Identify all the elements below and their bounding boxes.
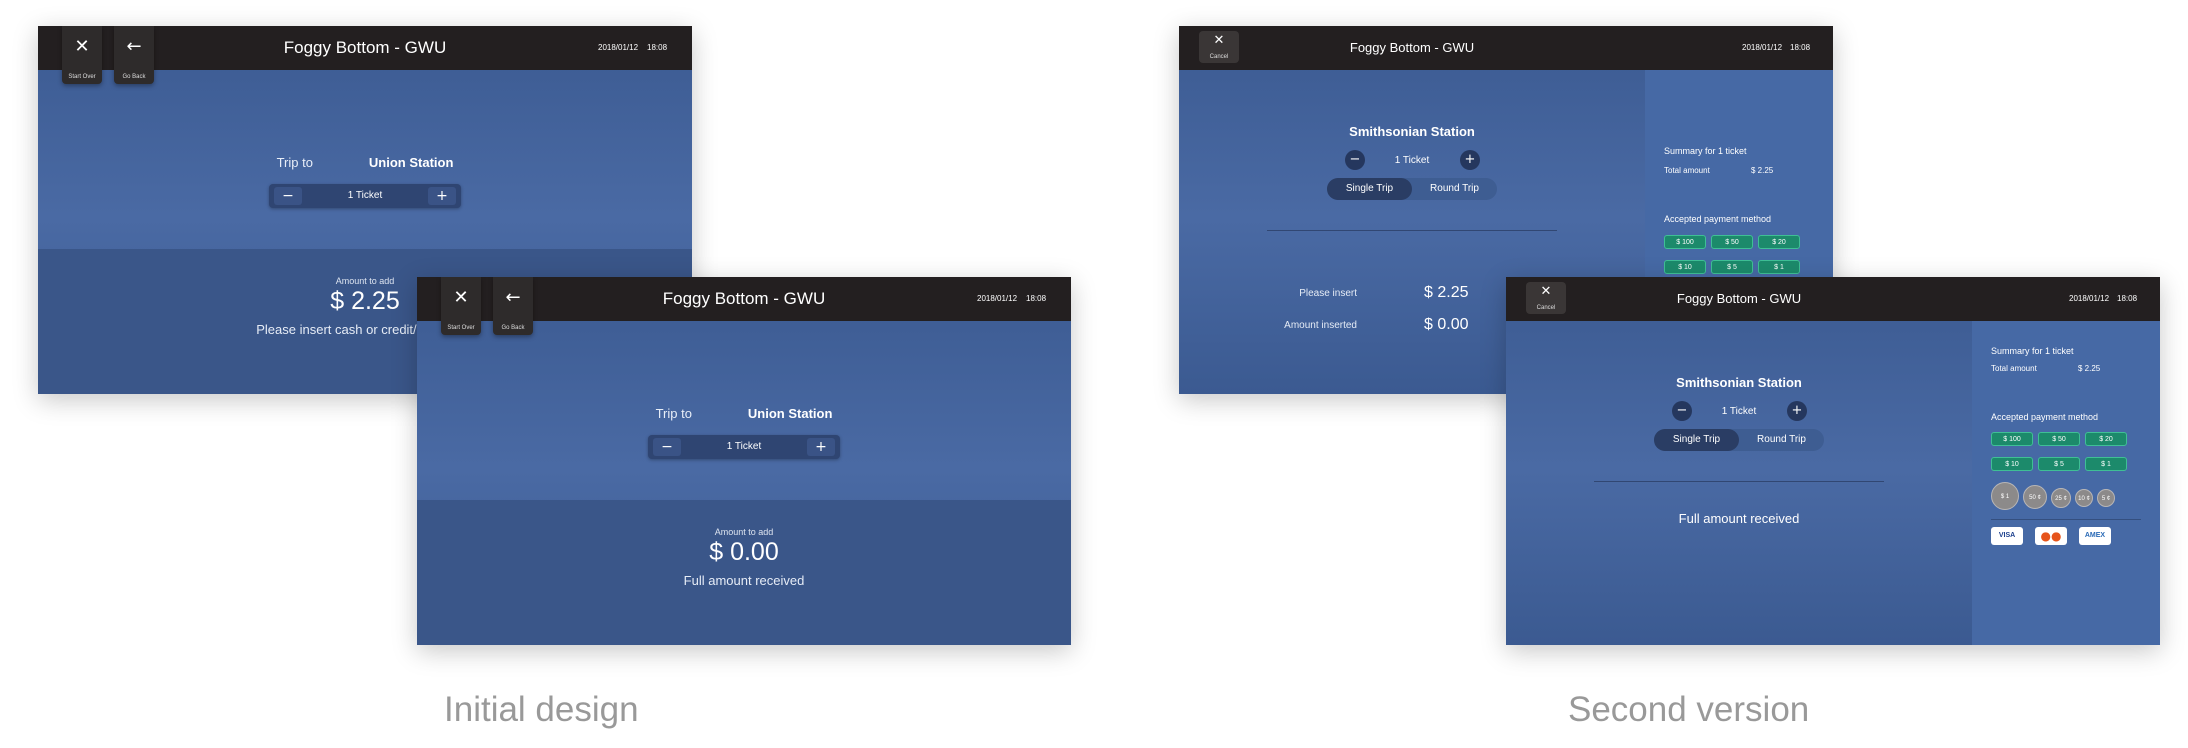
note-10: $ 10 xyxy=(1991,457,2033,471)
close-icon: ✕ xyxy=(1540,284,1552,299)
note-5: $ 5 xyxy=(1711,260,1753,274)
round-trip-option[interactable]: Round Trip xyxy=(1739,429,1824,451)
summary-title: Summary for 1 ticket xyxy=(1991,346,2074,356)
divider xyxy=(1594,481,1884,482)
date-display: 2018/01/12 xyxy=(2069,294,2110,303)
trip-type-toggle: Single Trip Round Trip xyxy=(1327,178,1497,200)
visa-card-icon: VISA xyxy=(1991,527,2023,545)
amount-block: Amount to add $ 0.00 Full amount receive… xyxy=(417,527,1071,588)
date-display: 2018/01/12 xyxy=(598,43,639,52)
close-icon: ✕ xyxy=(74,36,90,57)
summary-panel: Summary for 1 ticket Total amount $ 2.25… xyxy=(1972,321,2160,645)
trip-row: Trip to Union Station xyxy=(38,154,692,172)
cancel-label: Cancel xyxy=(1209,54,1229,60)
ticket-stepper: − 1 Ticket + xyxy=(269,184,461,208)
amount-label: Amount to add xyxy=(714,527,774,537)
trip-type-toggle: Single Trip Round Trip xyxy=(1654,429,1824,451)
note-50: $ 50 xyxy=(2038,432,2080,446)
increase-ticket-button[interactable]: + xyxy=(1787,401,1807,421)
coin-1-dollar: $ 1 xyxy=(1991,482,2019,510)
full-amount-message: Full amount received xyxy=(1678,511,1800,526)
date-display: 2018/01/12 xyxy=(977,294,1018,303)
single-trip-option[interactable]: Single Trip xyxy=(1327,178,1412,200)
note-20: $ 20 xyxy=(2085,432,2127,446)
total-amount-value: $ 2.25 xyxy=(2078,364,2101,373)
start-over-button[interactable]: ✕ Start Over xyxy=(62,26,102,84)
total-amount-label: Total amount xyxy=(1991,364,2037,373)
close-icon: ✕ xyxy=(453,287,469,308)
trip-row: Trip to Union Station xyxy=(417,405,1071,423)
initial-front-screen: Foggy Bottom - GWU 2018/01/12 18:08 ✕ St… xyxy=(417,277,1071,645)
start-over-label: Start Over xyxy=(68,74,96,80)
start-over-label: Start Over xyxy=(447,325,475,331)
second-front-screen: Foggy Bottom - GWU 2018/01/12 18:08 ✕ Ca… xyxy=(1506,277,2160,645)
second-version-caption: Second version xyxy=(1568,690,1810,729)
back-arrow-icon: ← xyxy=(126,36,142,57)
divider xyxy=(1267,230,1557,231)
coin-5-cent: 5 ¢ xyxy=(2097,489,2115,507)
destination-name[interactable]: Smithsonian Station xyxy=(1506,375,1972,390)
ticket-stepper: − 1 Ticket + xyxy=(648,435,840,459)
destination-name[interactable]: Union Station xyxy=(748,406,833,421)
note-100: $ 100 xyxy=(1991,432,2033,446)
note-1: $ 1 xyxy=(1758,260,1800,274)
destination-name[interactable]: Smithsonian Station xyxy=(1179,124,1645,139)
time-display: 18:08 xyxy=(1026,294,1047,303)
please-insert-value: $ 2.25 xyxy=(1424,284,1469,301)
date-display: 2018/01/12 xyxy=(1742,43,1783,52)
total-amount-value: $ 2.25 xyxy=(1751,166,1774,175)
payment-methods-title: Accepted payment method xyxy=(1991,412,2099,422)
note-1: $ 1 xyxy=(2085,457,2127,471)
note-50: $ 50 xyxy=(1711,235,1753,249)
go-back-button[interactable]: ← Go Back xyxy=(114,26,154,84)
note-100: $ 100 xyxy=(1664,235,1706,249)
station-title: Foggy Bottom - GWU xyxy=(1676,291,1802,306)
top-bar: Foggy Bottom - GWU 2018/01/12 18:08 xyxy=(1179,26,1833,70)
round-trip-option[interactable]: Round Trip xyxy=(1412,178,1497,200)
single-trip-option[interactable]: Single Trip xyxy=(1654,429,1739,451)
start-over-button[interactable]: ✕ Start Over xyxy=(441,277,481,335)
cancel-label: Cancel xyxy=(1536,305,1556,311)
initial-design-caption: Initial design xyxy=(444,690,639,729)
time-display: 18:08 xyxy=(647,43,668,52)
total-amount-label: Total amount xyxy=(1664,166,1710,175)
mastercard-icon: ●● xyxy=(2035,527,2067,545)
amount-inserted-value: $ 0.00 xyxy=(1424,316,1469,333)
coin-25-cent: 25 ¢ xyxy=(2051,488,2071,508)
coin-10-cent: 10 ¢ xyxy=(2075,489,2093,507)
coin-50-cent: 50 ¢ xyxy=(2023,485,2047,509)
increase-ticket-button[interactable]: + xyxy=(428,187,456,205)
back-arrow-icon: ← xyxy=(505,287,521,308)
note-5: $ 5 xyxy=(2038,457,2080,471)
amount-value: $ 0.00 xyxy=(709,538,779,566)
go-back-label: Go Back xyxy=(122,74,146,80)
ticket-quantity: 1 Ticket xyxy=(1721,406,1757,417)
total-amount-row: Total amount $ 2.25 xyxy=(1991,364,2100,373)
destination-name[interactable]: Union Station xyxy=(369,155,454,170)
close-icon: ✕ xyxy=(1213,33,1225,48)
time-display: 18:08 xyxy=(2117,294,2138,303)
summary-title: Summary for 1 ticket xyxy=(1664,146,1747,156)
amount-message: Full amount received xyxy=(683,573,805,588)
station-title: Foggy Bottom - GWU xyxy=(1349,40,1475,55)
total-amount-row: Total amount $ 2.25 xyxy=(1664,166,1773,175)
cancel-button[interactable]: ✕ Cancel xyxy=(1199,31,1239,63)
increase-ticket-button[interactable]: + xyxy=(1460,150,1480,170)
trip-label: Trip to xyxy=(276,155,313,170)
note-20: $ 20 xyxy=(1758,235,1800,249)
amount-inserted-label: Amount inserted xyxy=(1284,320,1357,331)
note-10: $ 10 xyxy=(1664,260,1706,274)
ticket-quantity: 1 Ticket xyxy=(1394,155,1430,166)
trip-label: Trip to xyxy=(655,406,692,421)
please-insert-label: Please insert xyxy=(1299,288,1357,299)
go-back-button[interactable]: ← Go Back xyxy=(493,277,533,335)
top-bar: Foggy Bottom - GWU 2018/01/12 18:08 xyxy=(1506,277,2160,321)
cancel-button[interactable]: ✕ Cancel xyxy=(1526,282,1566,314)
go-back-label: Go Back xyxy=(501,325,525,331)
increase-ticket-button[interactable]: + xyxy=(807,438,835,456)
time-display: 18:08 xyxy=(1790,43,1811,52)
divider xyxy=(1991,519,2141,520)
amex-card-icon: AMEX xyxy=(2079,527,2111,545)
payment-methods-title: Accepted payment method xyxy=(1664,214,1772,224)
